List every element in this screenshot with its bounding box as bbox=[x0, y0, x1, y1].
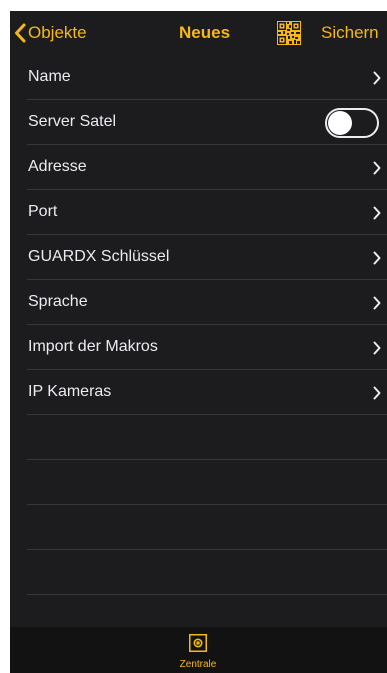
row-label: Port bbox=[28, 203, 58, 220]
qr-code-icon[interactable] bbox=[277, 21, 301, 45]
chevron-left-icon bbox=[15, 23, 26, 43]
tab-bar: Zentrale bbox=[10, 627, 387, 673]
app-screen: Objekte Neues Sichern Name Server Satel … bbox=[10, 11, 387, 673]
row-label: GUARDX Schlüssel bbox=[28, 248, 170, 265]
chevron-right-icon bbox=[373, 206, 381, 220]
row-address[interactable]: Adresse bbox=[10, 145, 387, 190]
chevron-right-icon bbox=[373, 71, 381, 85]
chevron-right-icon bbox=[373, 386, 381, 400]
row-label: Name bbox=[28, 68, 71, 85]
row-label: Adresse bbox=[28, 158, 87, 175]
settings-list: Name Server Satel Adresse Port GUARDX Sc bbox=[10, 55, 387, 595]
toggle-knob bbox=[328, 111, 352, 135]
row-label: Import der Makros bbox=[28, 338, 158, 355]
empty-list-row bbox=[10, 505, 387, 550]
row-label: Sprache bbox=[28, 293, 88, 310]
row-ip-cameras[interactable]: IP Kameras bbox=[10, 370, 387, 415]
empty-list-row bbox=[10, 550, 387, 595]
empty-list-row bbox=[10, 415, 387, 460]
row-language[interactable]: Sprache bbox=[10, 280, 387, 325]
page-title: Neues bbox=[179, 23, 231, 42]
row-label: IP Kameras bbox=[28, 383, 112, 400]
empty-list-row bbox=[10, 460, 387, 505]
chevron-right-icon bbox=[373, 341, 381, 355]
row-guardx-key[interactable]: GUARDX Schlüssel bbox=[10, 235, 387, 280]
back-button[interactable]: Objekte bbox=[14, 21, 87, 45]
navigation-bar: Objekte Neues Sichern bbox=[10, 11, 387, 55]
row-label: Server Satel bbox=[28, 113, 117, 130]
back-button-label: Objekte bbox=[28, 23, 87, 42]
chevron-right-icon bbox=[373, 296, 381, 310]
control-panel-icon bbox=[189, 634, 207, 652]
chevron-right-icon bbox=[373, 251, 381, 265]
tab-zentrale[interactable]: Zentrale bbox=[172, 633, 224, 673]
row-server-satel: Server Satel bbox=[10, 100, 387, 145]
save-button[interactable]: Sichern bbox=[321, 23, 379, 43]
chevron-right-icon bbox=[373, 161, 381, 175]
row-port[interactable]: Port bbox=[10, 190, 387, 235]
tab-label: Zentrale bbox=[179, 659, 217, 670]
row-import-macros[interactable]: Import der Makros bbox=[10, 325, 387, 370]
server-satel-toggle[interactable] bbox=[325, 108, 379, 138]
row-name[interactable]: Name bbox=[10, 55, 387, 100]
